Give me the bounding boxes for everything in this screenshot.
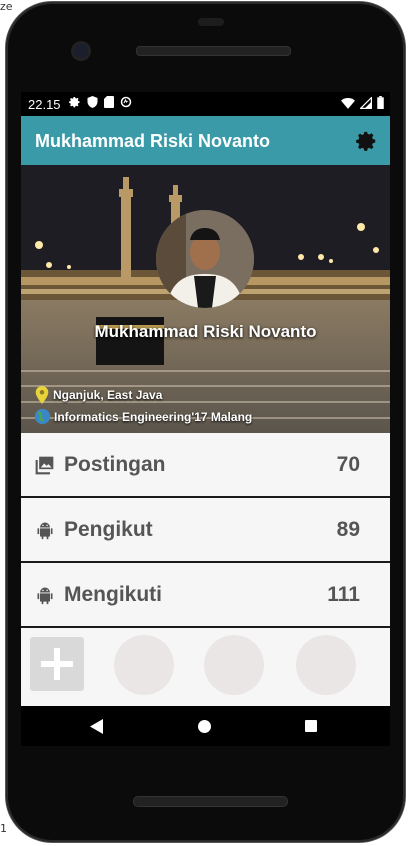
profile-cover: Mukhammad Riski Novanto Nganjuk, East Ja… (21, 165, 390, 433)
edge-text-top: ze (0, 0, 13, 13)
home-circle-icon[interactable] (198, 720, 211, 733)
stat-value: 111 (327, 583, 360, 606)
front-camera (74, 44, 88, 58)
placeholder-circle[interactable] (204, 635, 264, 695)
location-pin-icon (35, 386, 49, 404)
image-icon (35, 456, 54, 475)
navigation-bar (21, 706, 390, 746)
back-triangle-icon[interactable] (90, 719, 103, 734)
status-time: 22.15 (28, 97, 61, 112)
plus-icon (41, 648, 73, 680)
stat-row-postingan[interactable]: Postingan 70 (21, 433, 390, 498)
shield-icon (87, 96, 98, 108)
stat-label: Postingan (64, 453, 166, 476)
data-saver-icon (120, 96, 132, 108)
actions-bar (21, 628, 390, 706)
wifi-icon (341, 97, 355, 109)
earpiece (198, 18, 224, 26)
stat-row-mengikuti[interactable]: Mengikuti 111 (21, 563, 390, 628)
stat-label: Mengikuti (64, 583, 162, 606)
battery-icon (377, 96, 384, 109)
stats-list: Postingan 70 Pengikut 89 Mengikuti 111 (21, 433, 390, 628)
profile-name: Mukhammad Riski Novanto (94, 322, 317, 341)
status-bar: 22.15 (21, 92, 390, 116)
screen: 22.15 Mukhammad Riski Novanto Mukhammad … (21, 92, 390, 746)
location-text: Nganjuk, East Java (53, 388, 163, 402)
stat-value: 70 (336, 453, 360, 476)
android-icon (37, 522, 53, 540)
signal-icon (360, 96, 372, 109)
settings-icon (69, 97, 80, 108)
sd-card-icon (104, 96, 114, 108)
stat-label: Pengikut (64, 518, 153, 541)
location-row: Nganjuk, East Java (34, 386, 162, 404)
globe-icon (34, 408, 51, 425)
placeholder-circle[interactable] (296, 635, 356, 695)
app-bar: Mukhammad Riski Novanto (21, 116, 390, 165)
avatar-photo (156, 210, 254, 308)
add-button[interactable] (30, 637, 84, 691)
edge-text-bottom: 1 (0, 822, 7, 835)
placeholder-circle[interactable] (114, 635, 174, 695)
android-icon (37, 587, 53, 605)
stat-value: 89 (336, 518, 360, 541)
avatar[interactable] (156, 210, 254, 308)
app-bar-title: Mukhammad Riski Novanto (35, 131, 271, 151)
stat-row-pengikut[interactable]: Pengikut 89 (21, 498, 390, 563)
education-row: Informatics Engineering'17 Malang (34, 408, 252, 425)
recents-square-icon[interactable] (305, 720, 317, 732)
education-text: Informatics Engineering'17 Malang (54, 409, 253, 424)
speaker-grille-top (136, 46, 291, 56)
gear-icon[interactable] (356, 130, 378, 152)
speaker-grille-bottom (133, 796, 288, 807)
